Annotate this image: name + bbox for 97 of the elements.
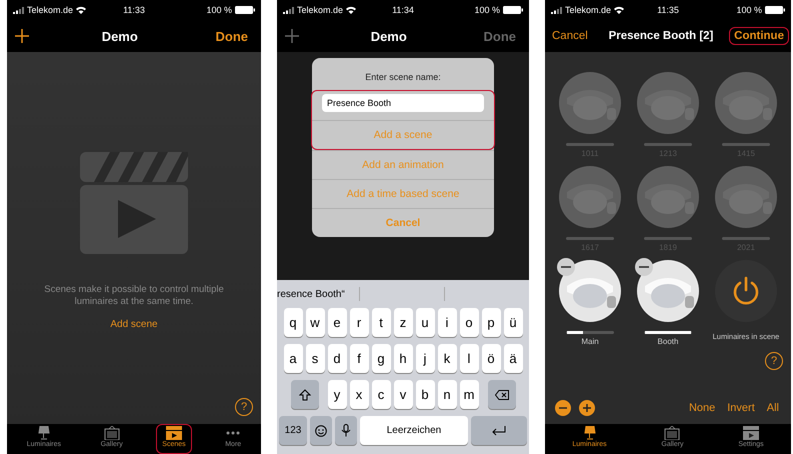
keyboard-key[interactable]: v [394,380,412,409]
space-key[interactable]: Leerzeichen [360,416,468,445]
selection-button[interactable]: None [686,402,718,414]
keyboard-key[interactable]: a [284,344,302,373]
brightness-bar [566,237,614,240]
battery-icon [764,6,785,14]
return-icon [491,426,507,436]
keyboard-key[interactable]: u [416,308,434,337]
luminaire-image[interactable] [637,260,699,322]
keyboard-key[interactable]: o [460,308,478,337]
autocomplete-suggestion[interactable]: resence Booth“ [277,288,360,300]
microphone-icon [341,424,351,437]
keyboard-key[interactable]: m [460,380,478,409]
backspace-key[interactable] [488,380,516,409]
carrier-name: Telekom.de [27,5,74,15]
picture-frame-icon [104,426,120,440]
keyboard-key[interactable]: i [438,308,456,337]
battery-percent: 100 % [736,5,762,15]
clapperboard-icon [80,152,188,254]
wifi-icon [614,6,624,14]
keyboard-key[interactable]: h [394,344,412,373]
continue-button[interactable]: Continue [729,27,789,45]
keyboard-key[interactable]: d [328,344,346,373]
screen-title: Demo [102,28,138,44]
keyboard-key[interactable]: ä [504,344,522,373]
help-button[interactable]: ? [765,352,783,370]
brightness-bar [566,143,614,146]
signal-icon [13,6,24,14]
remove-icon[interactable] [635,258,653,276]
keyboard-key[interactable]: y [328,380,346,409]
battery-icon [502,6,523,14]
lamp-icon [38,426,50,440]
keyboard-key[interactable]: ü [504,308,522,337]
keyboard-key[interactable]: t [372,308,390,337]
selection-button[interactable]: All [764,402,781,414]
keyboard-key[interactable]: n [438,380,456,409]
numbers-key[interactable]: 123 [279,416,307,445]
cancel-button[interactable]: Cancel [547,27,593,45]
minus-circle-icon[interactable] [555,400,571,416]
add-icon[interactable] [15,29,29,43]
keyboard-key[interactable]: f [350,344,368,373]
empty-state-text: Scenes make it possible to control multiple luminaires at the same time. [43,284,225,309]
luminaire-name: Main [581,337,599,346]
remove-icon[interactable] [557,258,575,276]
keyboard-key[interactable]: q [284,308,302,337]
battery-percent: 100 % [474,5,500,15]
microphone-key[interactable] [335,416,357,445]
clapperboard-icon [742,426,759,440]
selection-button[interactable]: Invert [725,402,757,414]
keyboard-key[interactable]: e [328,308,346,337]
battery-percent: 100 % [206,5,232,15]
keyboard-key[interactable]: w [306,308,324,337]
carrier-name: Telekom.de [297,5,344,15]
signal-icon [283,6,294,14]
picture-frame-icon [664,426,680,440]
scene-name-field[interactable]: Presence Booth [322,94,484,112]
keyboard-key[interactable]: p [482,308,500,337]
power-icon [732,276,760,306]
keyboard-key[interactable]: l [460,344,478,373]
add-scene-link[interactable]: Add scene [110,318,158,330]
wifi-icon [346,6,356,14]
luminaire-image[interactable] [559,260,621,322]
brightness-bar [644,143,692,146]
carrier-name: Telekom.de [565,5,612,15]
lamp-icon [584,426,596,440]
emoji-key[interactable] [310,416,332,445]
shift-key[interactable] [290,380,318,409]
brightness-bar [722,237,770,240]
wifi-icon [76,6,86,14]
brightness-bar [722,143,770,146]
keyboard-key[interactable]: c [372,380,390,409]
smiley-icon [315,424,327,436]
keyboard-key[interactable]: j [416,344,434,373]
dialog-prompt: Enter scene name: [364,71,442,84]
clock-time: 11:33 [123,5,145,15]
keyboard-key[interactable]: k [438,344,456,373]
keyboard-key[interactable]: ö [482,344,500,373]
screen-title: Demo [370,28,407,44]
done-button[interactable]: Done [210,26,253,46]
keyboard-key[interactable]: g [372,344,390,373]
brightness-bar [644,237,692,240]
keyboard-key[interactable]: s [306,344,324,373]
battery-icon [234,6,255,14]
add-icon[interactable] [285,29,299,43]
keyboard-key[interactable]: x [350,380,368,409]
clock-time: 11:35 [657,5,679,15]
signal-icon [551,6,562,14]
luminaire-name: Booth [658,337,678,346]
backspace-icon [494,390,508,400]
clock-time: 11:34 [392,5,414,15]
keyboard-key[interactable]: z [394,308,412,337]
keyboard-key[interactable]: b [416,380,434,409]
screen-title: Presence Booth [2] [608,30,714,42]
plus-circle-icon[interactable] [579,400,595,416]
help-button[interactable]: ? [235,398,253,416]
shift-icon [298,388,310,400]
keyboard-key[interactable]: r [350,308,368,337]
